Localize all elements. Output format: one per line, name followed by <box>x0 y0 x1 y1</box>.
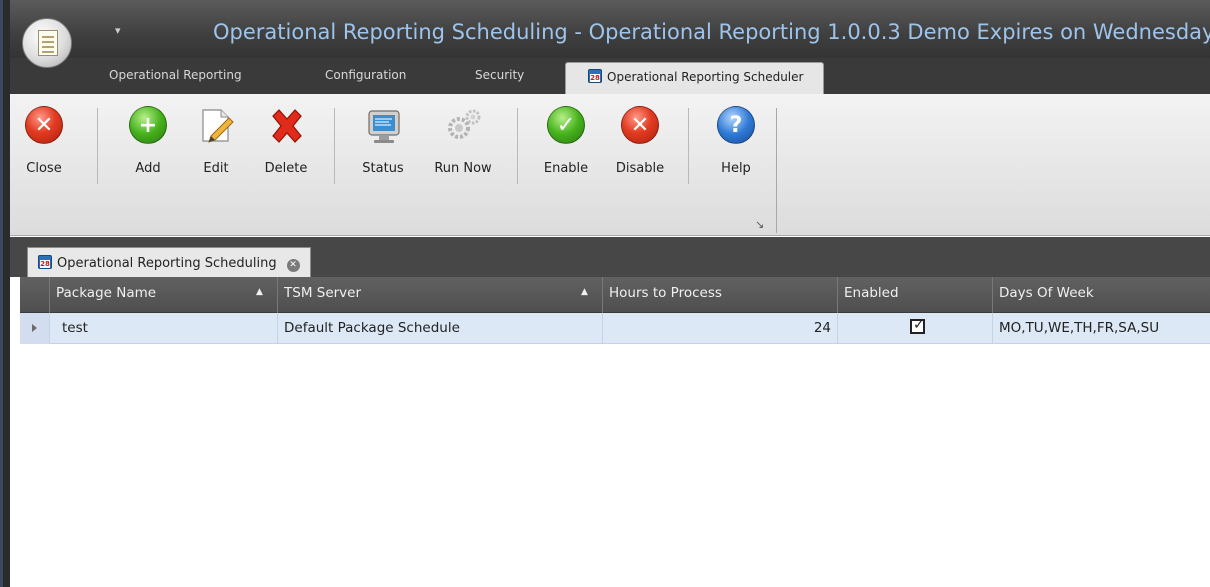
run-now-label: Run Now <box>434 161 492 176</box>
ribbon-separator <box>97 108 98 184</box>
row-indicator <box>20 313 50 344</box>
cell-package-name[interactable]: test <box>50 313 278 344</box>
ribbon-tab-bar: Operational Reporting Configuration Secu… <box>10 58 1210 94</box>
ribbon-panel: ✕ Close + Add Edit Delete Status Run Now… <box>10 94 1210 236</box>
tab-label: Operational Reporting Scheduler <box>607 70 804 84</box>
row-indicator-header <box>20 277 50 313</box>
ribbon-separator <box>517 108 518 184</box>
background-window-edge <box>0 0 10 587</box>
dialog-launcher-icon[interactable]: ↘ <box>755 218 764 231</box>
ribbon-separator <box>334 108 335 184</box>
quick-access-toolbar-dropdown-icon[interactable]: ▾ <box>115 24 121 37</box>
document-area: Operational Reporting Scheduling ✕ Packag… <box>10 237 1210 587</box>
close-icon: ✕ <box>25 106 63 144</box>
enable-button[interactable]: ✓ Enable <box>540 104 592 190</box>
ribbon-separator <box>688 108 689 184</box>
disable-button[interactable]: ✕ Disable <box>611 104 669 190</box>
grid-header: Package Name ▲ TSM Server ▲ Hours to Pro… <box>20 277 1210 313</box>
title-bar: ▾ Operational Reporting Scheduling - Ope… <box>10 0 1210 58</box>
sort-ascending-icon: ▲ <box>581 287 588 297</box>
enable-label: Enable <box>543 161 589 176</box>
status-button[interactable]: Status <box>357 104 409 190</box>
ribbon-group-border <box>776 108 777 233</box>
cell-tsm-server[interactable]: Default Package Schedule <box>278 313 603 344</box>
application-menu-button[interactable] <box>22 18 72 68</box>
close-label: Close <box>26 161 62 176</box>
enabled-checkbox[interactable] <box>910 317 925 334</box>
column-header-package-name[interactable]: Package Name ▲ <box>50 277 278 313</box>
run-now-button[interactable]: Run Now <box>430 104 496 190</box>
delete-button[interactable]: Delete <box>260 104 312 190</box>
doc-line <box>42 41 54 43</box>
checkmark-icon: ✓ <box>547 106 585 144</box>
table-row[interactable]: test Default Package Schedule 24 MO,TU,W… <box>20 313 1210 344</box>
document-tab-label: Operational Reporting Scheduling <box>57 256 277 271</box>
cell-days-of-week[interactable]: MO,TU,WE,TH,FR,SA,SU <box>993 313 1210 344</box>
column-header-enabled[interactable]: Enabled <box>838 277 993 313</box>
calendar-icon <box>38 255 52 269</box>
column-header-tsm-server[interactable]: TSM Server ▲ <box>278 277 603 313</box>
column-header-days-of-week[interactable]: Days Of Week <box>993 277 1210 313</box>
tab-security[interactable]: Security <box>475 68 524 82</box>
add-label: Add <box>135 161 161 176</box>
application-window: ▾ Operational Reporting Scheduling - Ope… <box>10 0 1210 587</box>
doc-line <box>42 36 54 38</box>
doc-line <box>42 46 54 48</box>
cell-enabled[interactable] <box>838 313 993 344</box>
delete-icon <box>267 106 305 144</box>
sort-ascending-icon: ▲ <box>256 287 263 297</box>
add-button[interactable]: + Add <box>128 104 168 190</box>
gears-icon <box>444 106 482 144</box>
edit-icon <box>197 106 235 144</box>
tab-operational-reporting-scheduler[interactable]: Operational Reporting Scheduler <box>565 62 825 94</box>
tab-configuration[interactable]: Configuration <box>325 68 406 82</box>
document-icon <box>38 30 58 56</box>
document-tab-scheduling[interactable]: Operational Reporting Scheduling ✕ <box>27 247 311 277</box>
column-header-label: TSM Server <box>284 285 362 301</box>
window-title: Operational Reporting Scheduling - Opera… <box>213 20 1210 44</box>
close-tab-icon[interactable]: ✕ <box>286 259 300 272</box>
delete-label: Delete <box>264 161 308 176</box>
tab-operational-reporting[interactable]: Operational Reporting <box>109 68 242 82</box>
doc-line <box>42 51 54 53</box>
help-button[interactable]: ? Help <box>715 104 757 190</box>
status-label: Status <box>362 161 404 176</box>
disable-label: Disable <box>615 161 665 176</box>
monitor-icon <box>364 106 402 144</box>
help-label: Help <box>721 161 751 176</box>
close-button[interactable]: ✕ Close <box>24 104 64 190</box>
column-header-label: Package Name <box>56 285 157 301</box>
document-tab-strip: Operational Reporting Scheduling ✕ <box>10 237 1210 277</box>
calendar-icon <box>588 69 602 83</box>
disable-icon: ✕ <box>621 106 659 144</box>
column-header-hours-to-process[interactable]: Hours to Process <box>603 277 838 313</box>
background-window-strip <box>0 0 3 587</box>
help-icon: ? <box>717 106 755 144</box>
edit-button[interactable]: Edit <box>198 104 234 190</box>
cell-hours-to-process[interactable]: 24 <box>603 313 838 344</box>
add-icon: + <box>129 106 167 144</box>
edit-label: Edit <box>203 161 229 176</box>
current-row-arrow-icon <box>32 324 37 332</box>
